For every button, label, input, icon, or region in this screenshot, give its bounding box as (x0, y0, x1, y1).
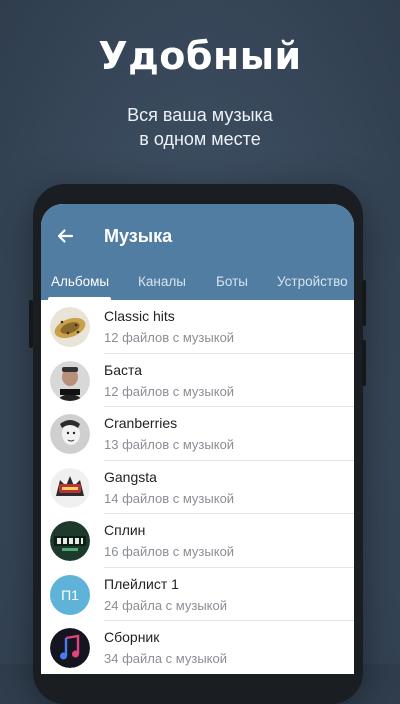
list-item-basta[interactable]: Баста 12 файлов с музыкой (41, 354, 354, 407)
item-file-count: 12 файлов с музыкой (104, 330, 235, 345)
tab-albums[interactable]: Альбомы (51, 274, 109, 289)
item-file-count: 14 файлов с музыкой (104, 490, 235, 506)
item-file-count: 12 файлов с музыкой (104, 383, 235, 399)
promo-subtitle: Вся ваша музыка в одном месте (0, 103, 400, 151)
promo-title: Удобный (98, 34, 302, 78)
item-name: Баста (104, 361, 143, 378)
app-bar: Музыка Альбомы Каналы Боты Устройство (41, 204, 354, 300)
phone-volume-down-button (362, 340, 366, 386)
item-file-count: 16 файлов с музыкой (104, 544, 235, 559)
album-cover-gangsta (50, 467, 90, 508)
list-item-playlist-1[interactable]: П1 Плейлист 1 24 файла с музыкой (41, 568, 354, 621)
tab-bar: Альбомы Каналы Боты Устройство (41, 264, 354, 300)
album-cover-splin (50, 521, 90, 561)
arrow-left-icon (57, 229, 74, 243)
list-item-cranberries[interactable]: Cranberries 13 файлов с музыкой (41, 407, 354, 461)
tab-channels[interactable]: Каналы (138, 274, 186, 289)
album-cover-sbornik (50, 628, 90, 668)
album-list: Classic hits 12 файлов с музыкой Баста 1… (41, 300, 354, 674)
album-cover-basta (50, 360, 90, 401)
item-name: Cranberries (104, 415, 178, 431)
list-item-splin[interactable]: Сплин 16 файлов с музыкой (41, 514, 354, 568)
phone-screen: Музыка Альбомы Каналы Боты Устройство Cl… (41, 204, 354, 674)
promo-subtitle-line-1: Вся ваша музыка (127, 105, 273, 125)
back-button[interactable] (53, 224, 77, 248)
item-name: Сплин (104, 522, 146, 538)
tab-device[interactable]: Устройство (277, 274, 348, 289)
album-cover-cranberries (50, 414, 90, 454)
item-name: Gangsta (104, 468, 157, 485)
album-cover-classic-hits (50, 307, 90, 347)
item-name: Сборник (104, 629, 160, 645)
item-file-count: 24 файла с музыкой (104, 597, 228, 613)
promo-subtitle-line-2: в одном месте (139, 129, 261, 149)
item-name: Classic hits (104, 308, 175, 324)
tab-bots[interactable]: Боты (216, 274, 248, 289)
list-item-classic-hits[interactable]: Classic hits 12 файлов с музыкой (41, 300, 354, 354)
playlist-avatar: П1 (50, 574, 90, 615)
phone-volume-up-button (362, 280, 366, 326)
item-name: Плейлист 1 (104, 575, 179, 592)
list-item-gangsta[interactable]: Gangsta 14 файлов с музыкой (41, 461, 354, 514)
item-file-count: 13 файлов с музыкой (104, 437, 235, 452)
page-title: Музыка (104, 226, 173, 246)
list-item-sbornik[interactable]: Сборник 34 файла с музыкой (41, 621, 354, 674)
phone-side-button (29, 300, 33, 348)
